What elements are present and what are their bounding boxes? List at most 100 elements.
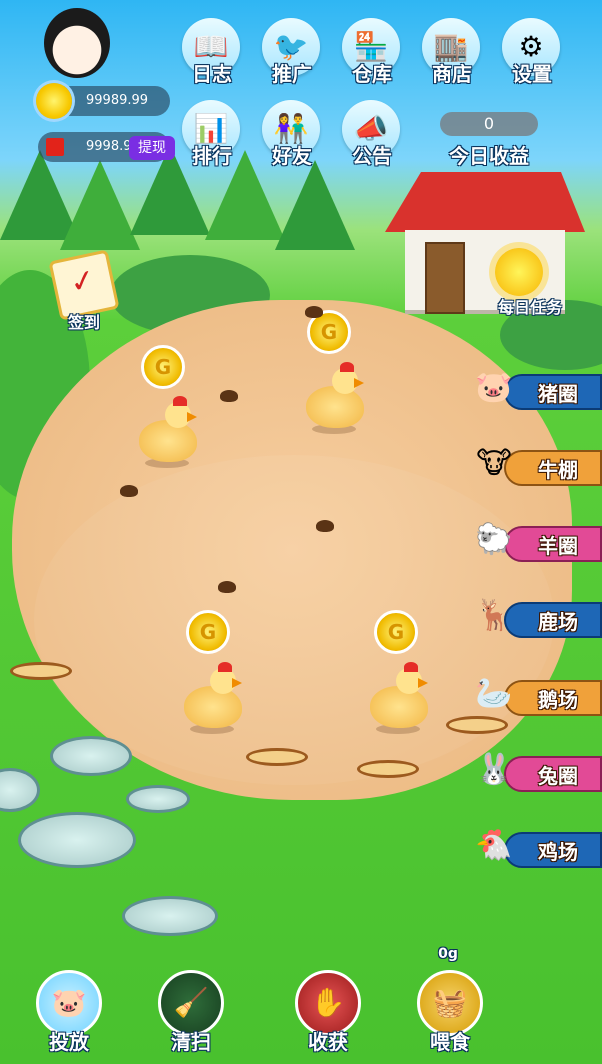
goose-icon: 🦢: [475, 676, 513, 711]
today-income-value: 0: [440, 112, 538, 136]
stump-top: [357, 760, 419, 778]
harvest-label: 收获: [308, 1030, 348, 1054]
stepping-stone: [126, 785, 190, 813]
coin-icon[interactable]: G: [186, 610, 230, 654]
stump-top: [446, 716, 508, 734]
pen-goose-button[interactable]: 🦢 鹅场: [470, 676, 602, 716]
menu-settings-label: 设置: [512, 62, 552, 86]
sweep-button[interactable]: 🧹 清扫: [146, 970, 236, 1064]
stepping-stone: [18, 812, 136, 868]
house-door: [425, 242, 465, 314]
menu-warehouse-button[interactable]: 🏪 仓库: [332, 18, 412, 98]
coin-icon[interactable]: G: [141, 345, 185, 389]
sun-coin-icon: [36, 83, 72, 119]
cow-icon: 🐮: [476, 446, 512, 481]
sweep-label: 清扫: [171, 1030, 211, 1054]
stump-top: [10, 662, 72, 680]
poop[interactable]: [316, 520, 334, 532]
sign-in-label: 签到: [67, 313, 100, 332]
tree-stump: [446, 716, 508, 786]
stepping-stone: [122, 896, 218, 936]
stepping-stone: [50, 736, 132, 776]
stump-top: [246, 748, 308, 766]
chicken-comb: [218, 662, 232, 672]
menu-log-label: 日志: [192, 62, 232, 86]
poop[interactable]: [218, 581, 236, 593]
player-avatar[interactable]: [44, 8, 110, 78]
feed-button[interactable]: 🧺 喂食: [405, 970, 495, 1064]
stump-side: [357, 769, 419, 830]
stump-side: [10, 671, 72, 732]
pen-deer-button[interactable]: 🦌 鹿场: [470, 598, 602, 638]
release-label: 投放: [49, 1030, 89, 1054]
menu-log-button[interactable]: 📖 日志: [172, 18, 252, 98]
chicken-body: [370, 686, 428, 728]
menu-promote-label: 推广: [272, 62, 312, 86]
menu-friends-label: 好友: [272, 144, 312, 168]
chicken-beak: [232, 678, 242, 688]
pen-sheep-button[interactable]: 🐑 羊圈: [470, 522, 602, 562]
pen-deer-label: 鹿场: [538, 610, 578, 634]
deer-icon: 🦌: [475, 598, 513, 633]
farm-game-screen: 99989.99 9998.99 提现 📖 日志 🐦 推广 🏪 仓库 🏬 商店 …: [0, 0, 602, 1064]
house-roof: [385, 172, 585, 232]
harvest-button[interactable]: ✋ 收获: [283, 970, 373, 1064]
menu-ranking-label: 排行: [192, 144, 232, 168]
chicken-comb: [404, 662, 418, 672]
poop[interactable]: [120, 485, 138, 497]
chicken[interactable]: [364, 662, 432, 736]
chicken[interactable]: [300, 362, 368, 436]
coin-icon[interactable]: G: [374, 610, 418, 654]
chicken-beak: [187, 412, 197, 422]
daily-tasks-button[interactable]: 每日任务: [475, 248, 585, 320]
pen-cow-label: 牛棚: [538, 458, 578, 482]
sheep-icon: 🐑: [475, 522, 513, 557]
withdraw-button[interactable]: 提现: [129, 136, 175, 160]
release-button[interactable]: 🐷 投放: [24, 970, 114, 1064]
pen-chicken-button[interactable]: 🐔 鸡场: [470, 828, 602, 868]
red-envelope-icon: [46, 138, 64, 156]
menu-promote-button[interactable]: 🐦 推广: [252, 18, 332, 98]
poop[interactable]: [305, 306, 323, 318]
sun-icon: [495, 248, 543, 296]
pen-chicken-label: 鸡场: [538, 840, 578, 864]
menu-warehouse-label: 仓库: [352, 62, 392, 86]
pen-goose-label: 鹅场: [538, 688, 578, 712]
pen-cow-button[interactable]: 🐮 牛棚: [470, 446, 602, 486]
chicken-body: [184, 686, 242, 728]
pen-rabbit-label: 兔圈: [538, 764, 578, 788]
sun-balance: 99989.99: [36, 83, 170, 119]
sign-in-button[interactable]: 签到: [44, 249, 132, 345]
menu-ranking-button[interactable]: 📊 排行: [172, 100, 252, 180]
pen-pig-label: 猪圈: [538, 382, 578, 406]
pen-sheep-label: 羊圈: [538, 534, 578, 558]
chicken-comb: [173, 396, 187, 406]
menu-shop-button[interactable]: 🏬 商店: [412, 18, 492, 98]
poop[interactable]: [220, 390, 238, 402]
chicken-beak: [418, 678, 428, 688]
tree-stump: [357, 760, 419, 830]
feed-weight: 0g: [438, 946, 458, 962]
menu-shop-label: 商店: [432, 62, 472, 86]
stump-side: [446, 725, 508, 786]
feed-label: 喂食: [430, 1030, 470, 1054]
chicken-icon: 🐔: [475, 828, 513, 863]
sun-balance-value: 99989.99: [86, 93, 149, 108]
chicken[interactable]: [178, 662, 246, 736]
today-income-panel: 0 今日收益: [440, 112, 538, 170]
chicken-comb: [340, 362, 354, 372]
chicken[interactable]: [133, 396, 201, 470]
menu-friends-button[interactable]: 👫 好友: [252, 100, 332, 180]
pine-tree: [60, 160, 140, 250]
tree-stump: [246, 748, 308, 818]
pen-pig-button[interactable]: 🐷 猪圈: [470, 370, 602, 410]
menu-announcement-button[interactable]: 📣 公告: [332, 100, 412, 180]
chicken-beak: [354, 378, 364, 388]
today-income-label: 今日收益: [449, 144, 529, 168]
daily-tasks-label: 每日任务: [497, 298, 562, 317]
menu-settings-button[interactable]: ⚙ 设置: [492, 18, 572, 98]
menu-announcement-label: 公告: [352, 144, 392, 168]
pig-icon: 🐷: [475, 370, 513, 405]
tree-stump: [10, 662, 72, 732]
chicken-body: [139, 420, 197, 462]
